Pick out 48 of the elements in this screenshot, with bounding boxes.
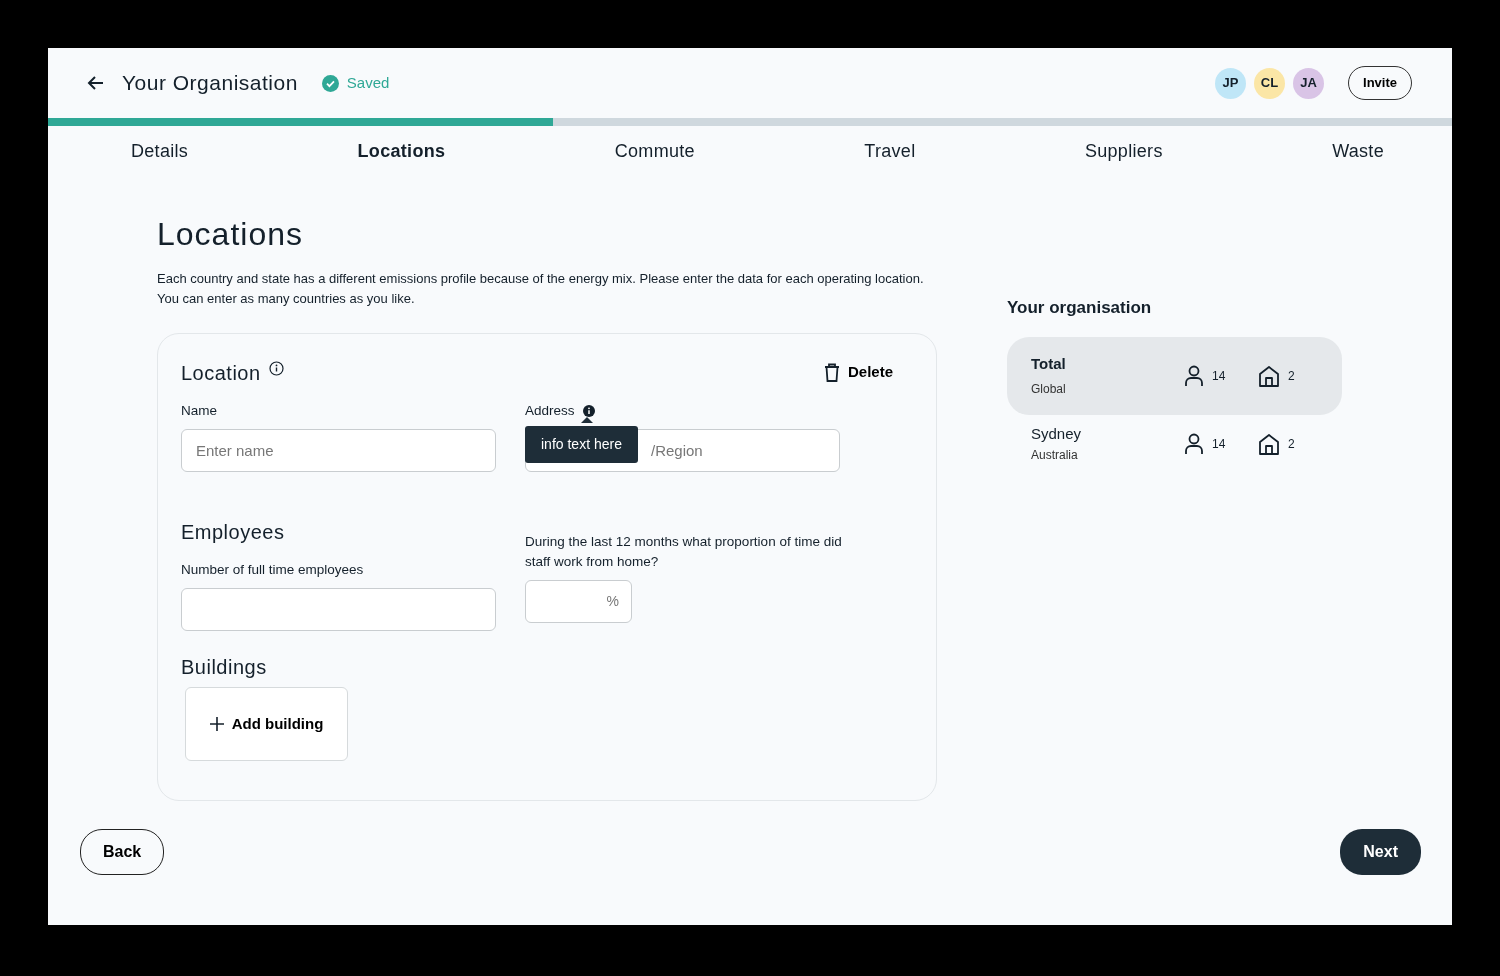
- info-icon[interactable]: [582, 405, 595, 417]
- name-field[interactable]: Enter name: [181, 429, 496, 473]
- step-tab[interactable]: Locations: [357, 138, 446, 165]
- page-title: Your Organisation: [122, 70, 298, 97]
- house-icon: [1258, 432, 1280, 455]
- employee-count: 14: [1212, 435, 1227, 453]
- tooltip-pointer: [581, 417, 593, 424]
- delete-button[interactable]: Delete: [817, 360, 899, 385]
- field-label: Number of full time employees: [181, 561, 365, 580]
- location-name: Sydney: [1031, 424, 1083, 445]
- step-tab[interactable]: Waste: [1332, 138, 1384, 165]
- add-building-button[interactable]: Add building: [185, 687, 348, 762]
- building-count: 2: [1288, 435, 1296, 453]
- user-avatar[interactable]: CL: [1254, 67, 1286, 99]
- section-heading: Location: [181, 360, 261, 385]
- check-circle-icon: [321, 74, 339, 92]
- user-avatar[interactable]: JA: [1293, 67, 1325, 99]
- user-avatar[interactable]: JP: [1215, 67, 1247, 99]
- field-label: Name: [181, 401, 218, 420]
- location-region: Australia: [1031, 446, 1079, 464]
- step-tab[interactable]: Suppliers: [1084, 138, 1163, 165]
- employee-count: 14: [1212, 367, 1227, 385]
- plus-icon: [209, 717, 224, 732]
- step-tab[interactable]: Details: [131, 138, 189, 165]
- building-count: 2: [1288, 367, 1296, 385]
- page-heading: Locations: [157, 215, 304, 254]
- saved-status: Saved: [346, 72, 390, 93]
- next-button[interactable]: Next: [1340, 829, 1421, 875]
- person-icon: [1184, 432, 1204, 455]
- info-icon[interactable]: [268, 361, 284, 377]
- field-label: During the last 12 months what proportion of time did staff work from home?: [525, 533, 843, 572]
- page-description: Each country and state has a different emissions profile because of the energy mix. Please enter the data for each operating location. You can enter as many countries as you like.: [157, 270, 925, 309]
- house-icon: [1258, 364, 1280, 387]
- step-tab[interactable]: Travel: [864, 138, 916, 165]
- employees-field[interactable]: [181, 588, 496, 632]
- field-label: Address: [525, 401, 575, 420]
- location-row[interactable]: Sydney Australia 14 2: [1007, 414, 1342, 473]
- percent-field[interactable]: %: [525, 580, 632, 624]
- location-name: Total: [1031, 354, 1067, 375]
- step-tab[interactable]: Commute: [614, 138, 695, 165]
- section-heading: Buildings: [181, 655, 268, 680]
- location-row[interactable]: Total Global 14 2: [1007, 336, 1342, 415]
- section-heading: Employees: [181, 520, 286, 545]
- panel-heading: Your organisation: [1007, 297, 1153, 319]
- person-icon: [1184, 364, 1204, 387]
- location-region: Global: [1031, 380, 1067, 398]
- back-button[interactable]: Back: [80, 829, 165, 875]
- trash-icon: [823, 363, 840, 383]
